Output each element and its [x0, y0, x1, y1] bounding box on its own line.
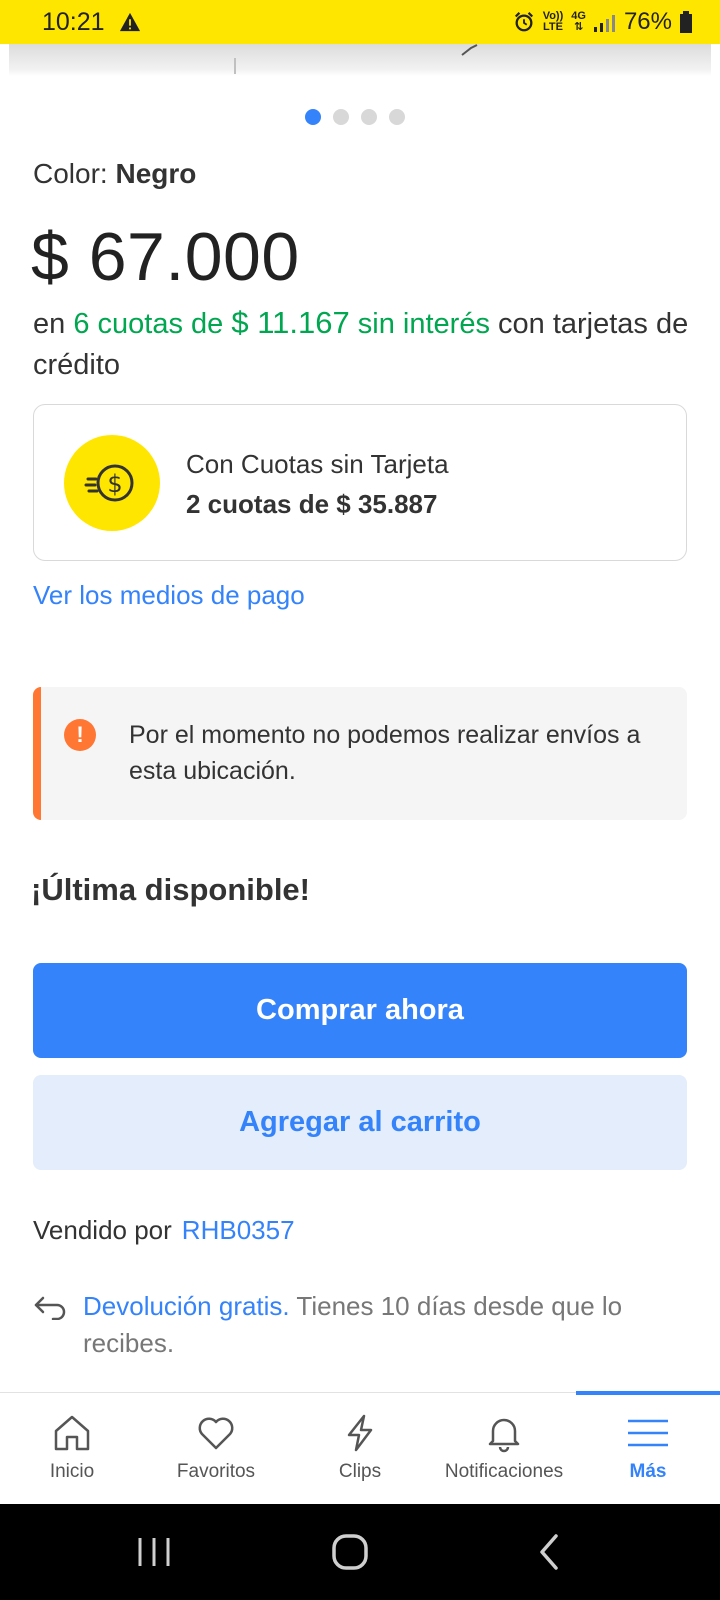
returns-link[interactable]: Devolución gratis.	[83, 1291, 290, 1321]
image-detail-pin	[461, 44, 478, 56]
installments-amount: $ 11.167	[231, 305, 350, 340]
cuotas-sin-tarjeta-card[interactable]: $ Con Cuotas sin Tarjeta 2 cuotas de $ 3…	[33, 404, 687, 561]
data-arrows: ⇅	[574, 21, 584, 33]
warning-icon	[119, 12, 140, 32]
returns-text: Devolución gratis. Tienes 10 días desde …	[83, 1288, 683, 1362]
carousel-dot[interactable]	[361, 109, 377, 125]
product-price: $ 67.000	[31, 219, 300, 295]
volte-bottom: LTE	[542, 21, 563, 33]
nav-label-notificaciones: Notificaciones	[444, 1461, 564, 1482]
bottom-navigation: Inicio Favoritos Clips Notificaciones Má…	[0, 1391, 720, 1505]
status-bar: 10:21 Vo)) LTE 4G ⇅ 76%	[0, 0, 720, 44]
installments-prefix: en	[33, 308, 66, 340]
stock-label: ¡Última disponible!	[31, 872, 310, 907]
carousel-dots	[305, 109, 405, 125]
data-indicator: 4G ⇅	[571, 11, 586, 33]
bell-icon	[488, 1418, 520, 1453]
product-image[interactable]	[9, 44, 711, 76]
color-selection: Color: Negro	[33, 158, 196, 190]
nav-label-favoritos: Favoritos	[176, 1461, 256, 1482]
nav-item-inicio[interactable]: Inicio	[0, 1393, 144, 1505]
status-indicators: Vo)) LTE 4G ⇅ 76%	[513, 8, 692, 36]
svg-text:$: $	[107, 470, 122, 498]
battery-icon	[680, 11, 692, 33]
color-label: Color:	[33, 158, 108, 189]
nav-label-inicio: Inicio	[49, 1461, 95, 1482]
nav-label-mas: Más	[629, 1461, 667, 1482]
add-to-cart-button[interactable]: Agregar al carrito	[33, 1075, 687, 1170]
nav-item-mas[interactable]: Más	[576, 1393, 720, 1505]
status-time: 10:21	[42, 7, 105, 36]
payment-methods-link[interactable]: Ver los medios de pago	[33, 580, 305, 611]
buy-now-button[interactable]: Comprar ahora	[33, 963, 687, 1058]
cuotas-card-title: Con Cuotas sin Tarjeta	[186, 449, 449, 479]
nav-label-clips: Clips	[338, 1461, 382, 1482]
lightning-icon	[347, 1414, 373, 1452]
warning-circle-icon: !	[64, 719, 96, 751]
shipping-alert: ! Por el momento no podemos realizar env…	[33, 687, 687, 820]
return-arrow-icon	[34, 1296, 66, 1320]
coin-dollar-icon: $	[64, 435, 160, 531]
signal-icon	[593, 15, 615, 32]
seller-info: Vendido por RHB0357	[33, 1215, 295, 1246]
carousel-dot-active[interactable]	[305, 109, 321, 125]
recent-apps-icon[interactable]	[136, 1532, 172, 1572]
volte-indicator: Vo)) LTE	[543, 11, 564, 33]
nav-item-notificaciones[interactable]: Notificaciones	[432, 1393, 576, 1505]
heart-icon	[198, 1417, 234, 1450]
menu-icon	[628, 1419, 668, 1447]
seller-link[interactable]: RHB0357	[182, 1215, 295, 1245]
image-detail	[234, 58, 236, 74]
home-icon	[54, 1415, 90, 1451]
carousel-dot[interactable]	[389, 109, 405, 125]
alert-accent-bar	[33, 687, 41, 820]
installments-interest: sin interés	[357, 308, 490, 340]
nav-item-clips[interactable]: Clips	[288, 1393, 432, 1505]
alert-text: Por el momento no podemos realizar envío…	[129, 721, 641, 785]
installments-info: en 6 cuotas de $ 11.167 sin interés con …	[33, 302, 693, 386]
back-button-icon[interactable]	[534, 1532, 564, 1572]
installments-count: 6 cuotas de	[73, 308, 224, 340]
cuotas-card-value: 2 cuotas de $ 35.887	[186, 489, 438, 519]
system-navigation-bar	[0, 1504, 720, 1600]
alarm-icon	[514, 12, 533, 32]
battery-percent: 76%	[623, 8, 672, 35]
home-button-icon[interactable]	[330, 1532, 370, 1572]
carousel-dot[interactable]	[333, 109, 349, 125]
seller-label: Vendido por	[33, 1215, 172, 1245]
color-value: Negro	[115, 158, 197, 189]
nav-item-favoritos[interactable]: Favoritos	[144, 1393, 288, 1505]
